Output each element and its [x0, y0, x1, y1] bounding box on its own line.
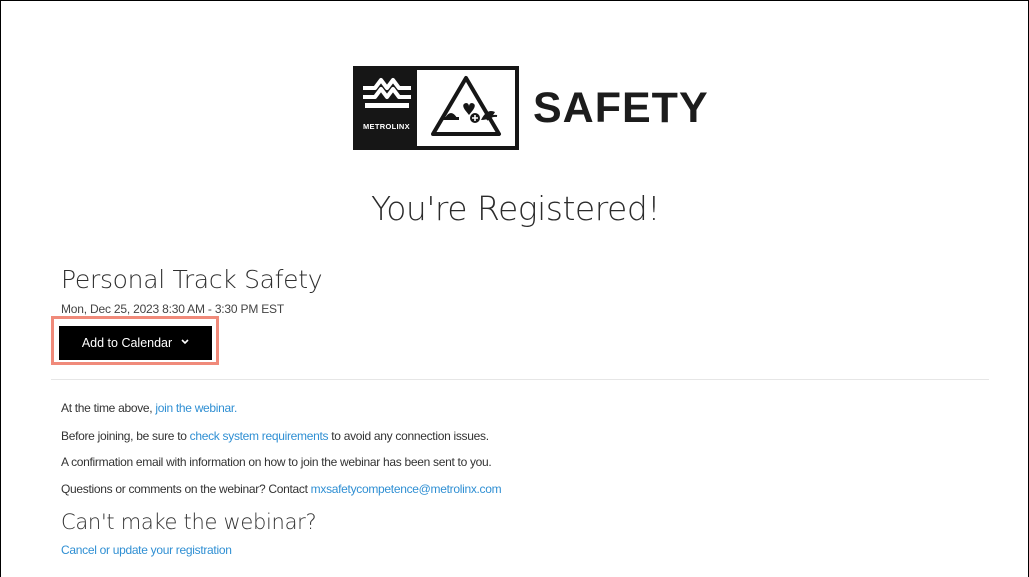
info-line-confirmation: A confirmation email with information on…	[61, 455, 492, 469]
logo-block: METROLINX	[353, 66, 519, 150]
info-line-join: At the time above, join the webinar.	[61, 401, 237, 415]
cancel-registration-link[interactable]: Cancel or update your registration	[61, 543, 232, 557]
safety-triangle-icon	[417, 70, 515, 146]
divider	[51, 379, 989, 380]
brand-word: METROLINX	[363, 122, 410, 131]
cant-make-heading: Can't make the webinar?	[61, 510, 317, 534]
event-datetime: Mon, Dec 25, 2023 8:30 AM - 3:30 PM EST	[61, 302, 284, 316]
page-title: You're Registered!	[370, 189, 661, 228]
chevron-down-icon	[181, 337, 189, 347]
metrolinx-mark-icon	[363, 78, 411, 108]
safety-word: SAFETY	[533, 83, 709, 132]
system-requirements-link[interactable]: check system requirements	[190, 429, 329, 443]
add-to-calendar-label: Add to Calendar	[81, 336, 173, 350]
header-logo: METROLINX SAFETY	[353, 65, 709, 151]
info-text: to avoid any connection issues.	[328, 429, 489, 443]
info-text: Questions or comments on the webinar? Co…	[61, 482, 311, 496]
add-to-calendar-button[interactable]: Add to Calendar	[59, 326, 212, 360]
contact-email-link[interactable]: mxsafetycompetence@metrolinx.com	[311, 482, 502, 496]
event-title: Personal Track Safety	[61, 265, 323, 294]
chevron-down-shape-icon	[181, 339, 189, 345]
safety-symbols-icon	[431, 76, 501, 136]
page-frame: METROLINX SAFETY You're Registered! Pers…	[0, 0, 1029, 577]
metrolinx-logo-icon: METROLINX	[357, 70, 417, 146]
join-webinar-link[interactable]: join the webinar.	[155, 401, 237, 415]
info-text: Before joining, be sure to	[61, 429, 190, 443]
info-text: At the time above,	[61, 401, 156, 415]
info-line-contact: Questions or comments on the webinar? Co…	[61, 482, 502, 496]
info-line-requirements: Before joining, be sure to check system …	[61, 429, 489, 443]
